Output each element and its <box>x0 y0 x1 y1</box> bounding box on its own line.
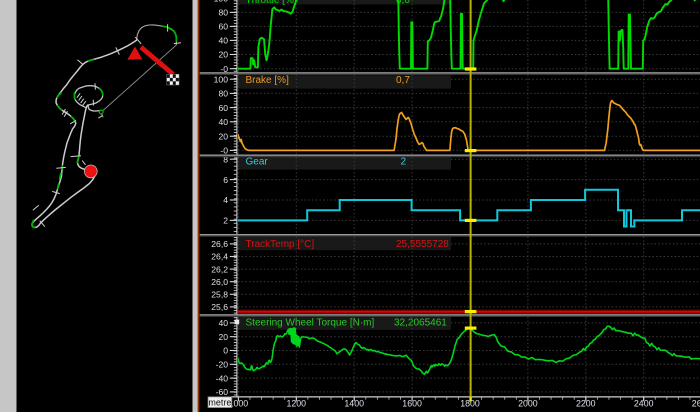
svg-text:1200: 1200 <box>287 399 307 409</box>
svg-text:Throttle [%]: Throttle [%] <box>246 0 297 6</box>
svg-text:80: 80 <box>218 89 228 99</box>
svg-text:Gear: Gear <box>246 157 269 168</box>
svg-text:40: 40 <box>218 318 228 328</box>
svg-text:0,7: 0,7 <box>396 75 410 86</box>
svg-text:26,2: 26,2 <box>211 264 228 274</box>
svg-text:0,0: 0,0 <box>396 0 410 6</box>
svg-text:20: 20 <box>218 131 228 141</box>
svg-text:6: 6 <box>223 175 228 185</box>
svg-text:60: 60 <box>218 103 228 113</box>
svg-text:60: 60 <box>218 22 228 32</box>
svg-text:40: 40 <box>218 117 228 127</box>
svg-text:1600: 1600 <box>402 399 422 409</box>
svg-text:2: 2 <box>401 157 407 168</box>
svg-text:2: 2 <box>223 216 228 226</box>
svg-text:2400: 2400 <box>634 399 654 409</box>
svg-text:100: 100 <box>214 0 229 3</box>
svg-text:26,0: 26,0 <box>211 277 228 287</box>
svg-text:-60: -60 <box>216 387 229 397</box>
svg-text:32,2065461: 32,2065461 <box>394 317 447 328</box>
svg-text:25,5555728: 25,5555728 <box>396 239 449 250</box>
svg-text:25,6: 25,6 <box>211 302 228 312</box>
svg-text:40: 40 <box>218 36 228 46</box>
svg-text:1400: 1400 <box>344 399 364 409</box>
svg-text:100: 100 <box>214 74 229 84</box>
svg-text:25,8: 25,8 <box>211 290 228 300</box>
svg-text:80: 80 <box>218 8 228 18</box>
svg-text:-40: -40 <box>216 373 229 383</box>
svg-text:26,6: 26,6 <box>211 239 228 249</box>
svg-text:26,4: 26,4 <box>211 252 228 262</box>
svg-text:2000: 2000 <box>518 399 538 409</box>
svg-text:TrackTemp [°C]: TrackTemp [°C] <box>246 239 315 250</box>
svg-text:2200: 2200 <box>576 399 596 409</box>
svg-text:20: 20 <box>218 50 228 60</box>
svg-text:Brake [%]: Brake [%] <box>246 75 290 86</box>
svg-text:metre: metre <box>208 398 231 408</box>
svg-text:20: 20 <box>218 332 228 342</box>
svg-text:-20: -20 <box>216 360 229 370</box>
svg-text:4: 4 <box>223 195 228 205</box>
svg-text:Steering Wheel Torque [N·m]: Steering Wheel Torque [N·m] <box>246 317 375 328</box>
svg-text:0: 0 <box>223 346 228 356</box>
svg-text:2600: 2600 <box>692 399 700 409</box>
